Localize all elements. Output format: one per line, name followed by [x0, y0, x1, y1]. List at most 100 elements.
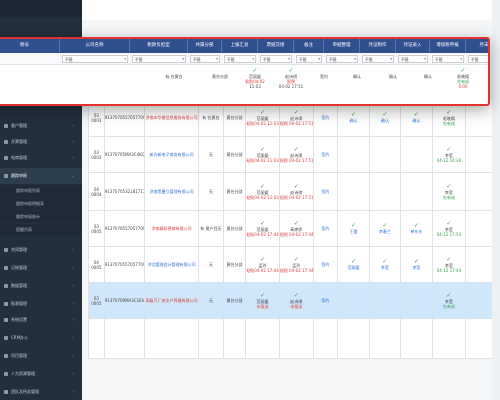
column-header[interactable]: 月末结账 — [466, 39, 489, 53]
column-header[interactable]: 凭证录入 — [396, 39, 430, 53]
table-cell: 签约 — [312, 282, 339, 319]
filter-select[interactable]: 不限▾ — [62, 55, 128, 63]
note-cell[interactable]: 签约 — [309, 66, 339, 104]
sidebar-item[interactable]: 记账管理 › — [0, 260, 82, 276]
voucher-confirm-link[interactable]: 确认 — [375, 66, 411, 104]
column-header[interactable]: 备注 — [294, 39, 324, 53]
time-text: 11:03 — [249, 84, 261, 89]
chevron-icon: › — [72, 389, 74, 394]
filter-value: 不限 — [471, 57, 479, 62]
column-header[interactable]: 税款负担型 — [130, 39, 188, 53]
table-cell — [400, 172, 433, 211]
sidebar-item[interactable]: 跟踪申报 ⌄ — [0, 168, 82, 184]
column-header[interactable]: 单据整理 — [324, 39, 360, 53]
column-header[interactable]: 上报汇总 — [222, 39, 258, 53]
column-header[interactable]: 税号 — [0, 39, 60, 53]
right-scroll-area[interactable] — [492, 0, 500, 400]
sidebar-item-label: 项目管理 — [11, 353, 27, 358]
column-header[interactable]: 增值税申报 — [430, 39, 466, 53]
column-header[interactable]: 票据交接 — [258, 39, 294, 53]
table-cell: ✓ 王雷 — [337, 210, 370, 247]
table-cell — [368, 136, 402, 173]
sidebar-item[interactable]: 开票管理 › — [0, 134, 82, 150]
table-cell: 04 0004 — [88, 172, 105, 211]
dropdown-arrow-icon: ▾ — [288, 57, 290, 61]
table-cell — [400, 282, 433, 319]
table-cell: ✓ 李莹 04-12 16:30 — [431, 136, 467, 173]
sidebar-item[interactable]: 合同管理 › — [0, 242, 82, 258]
filter-select[interactable]: 不限▾ — [132, 55, 186, 63]
branch-cell: 黄台分部 — [212, 74, 228, 79]
filter-value: 不限 — [65, 57, 73, 62]
table-cell: ✓ 李莹 先有成 — [431, 282, 467, 319]
filter-value: 不限 — [227, 57, 235, 62]
menu-icon — [4, 354, 8, 358]
table-cell: 高级汽厂房水产养殖有限公司 — [144, 282, 200, 319]
sidebar-item[interactable]: 报表管理 › — [0, 296, 82, 312]
sidebar-subitem[interactable]: 跟踪申报明细表 — [0, 198, 82, 210]
table-cell: 无 — [198, 282, 224, 319]
filter-select[interactable]: 不限▾ — [190, 55, 220, 63]
filter-select[interactable]: 不限▾ — [260, 55, 292, 63]
table-cell — [245, 318, 280, 359]
filter-select[interactable]: 不限▾ — [326, 55, 358, 63]
menu-icon — [4, 318, 8, 322]
table-row[interactable]: 04 0004 91370705321817115 济南黑曼立管理有限公司无黄台分部 ✓… — [88, 172, 500, 211]
table-cell — [368, 318, 402, 359]
zoomed-data-row: 有 在黄台 黄台分部 ✓ 范丽媛 粘贴04-02 11:03 ✓ 赵诗琪 报税 … — [0, 66, 488, 104]
sidebar-subitem[interactable]: 提醒列表 — [0, 224, 82, 236]
menu-icon — [4, 156, 8, 160]
sidebar-item-label: 电商管理 — [11, 155, 27, 160]
column-header[interactable]: 公司名称 — [60, 39, 130, 53]
table-cell: 签约 — [312, 136, 339, 173]
table-cell — [337, 172, 370, 211]
table-cell: 黄台分部 — [222, 172, 247, 211]
sidebar-subitem[interactable]: 跟踪申报列表 — [0, 185, 82, 197]
filter-select[interactable]: 不限▾ — [398, 55, 428, 63]
table-cell: ✓ 李春兰 — [368, 210, 402, 247]
table-cell: 黄台分部 — [222, 210, 247, 247]
table-cell — [198, 318, 224, 359]
sidebar-item[interactable]: 项目管理 › — [0, 348, 82, 364]
app-frame: 客户管理 › 开票管理 › 电商管理 › 跟踪申报 ⌄ 合同管理 › 记账管理 › 数据管理 › 报表管理 ›… — [0, 0, 500, 400]
filter-select[interactable]: 不限▾ — [224, 55, 256, 63]
sidebar-item[interactable]: 系统设置 › — [0, 312, 82, 328]
chevron-icon: › — [72, 335, 74, 340]
sidebar-item[interactable]: 人力资源管理 › — [0, 366, 82, 382]
sidebar-subitem[interactable]: 跟踪申报统计 — [0, 211, 82, 223]
doc-confirm-link[interactable]: 确认 — [339, 66, 375, 104]
chevron-icon: › — [72, 247, 74, 252]
table-row[interactable]: 04 0005 91370705570577093 济北管理会计管理有限公司无黄台分部… — [88, 246, 500, 283]
table-row[interactable] — [88, 318, 500, 359]
sidebar-item[interactable]: 客户管理 › — [0, 118, 82, 134]
table-cell: ✓ 李莹 04-12 17:54 — [431, 210, 467, 247]
burden-cell: 有 在黄台 — [165, 74, 183, 79]
table-row[interactable]: 03 0005 91370709MA3C1EVA 高级汽厂房水产养殖有限公司无黄台分部… — [88, 282, 500, 319]
table-cell — [88, 318, 105, 359]
column-header[interactable]: 凭证制作 — [360, 39, 396, 53]
table-row[interactable]: 03000391370705MA3C4KQG2新光新电子商务有限公司无黄台分部✓… — [88, 136, 500, 173]
entry-confirm-link[interactable]: 确认 — [411, 66, 445, 104]
table-cell: 无 — [198, 246, 224, 283]
sidebar-item-label: 数据管理 — [11, 283, 27, 288]
table-row[interactable]: 03 0005 91370705570577093 济南精彩德商有限公司有 黄户目历黄… — [88, 210, 500, 247]
filter-value: 不限 — [329, 57, 337, 62]
filter-select[interactable]: 不限▾ — [362, 55, 394, 63]
filter-value: 不限 — [365, 57, 373, 62]
sidebar-header — [0, 0, 82, 18]
zoomed-table-header-panel: 号税号公司名称税款负担型共属分部上报汇总票据交接备注单据整理凭证制作凭证录入增值… — [0, 37, 490, 106]
filter-select[interactable]: 不限▾ — [468, 55, 488, 63]
sidebar-item[interactable]: 电商管理 › — [0, 150, 82, 166]
sidebar-item[interactable]: 团队及所务管理 › — [0, 384, 82, 400]
filter-select[interactable]: 不限▾ — [296, 55, 322, 63]
sidebar-item[interactable]: 数据管理 › — [0, 278, 82, 294]
table-cell: 签约 — [312, 246, 339, 283]
sidebar-item[interactable]: CRM办公 › — [0, 330, 82, 346]
filter-select[interactable]: 不限▾ — [432, 55, 464, 63]
table-cell: 签约 — [312, 172, 339, 211]
sidebar-item-label: 合同管理 — [11, 247, 27, 252]
column-header[interactable]: 共属分部 — [188, 39, 222, 53]
sidebar-item-label: CRM办公 — [11, 335, 29, 340]
filter-value: 不限 — [135, 57, 143, 62]
menu-icon — [4, 284, 8, 288]
